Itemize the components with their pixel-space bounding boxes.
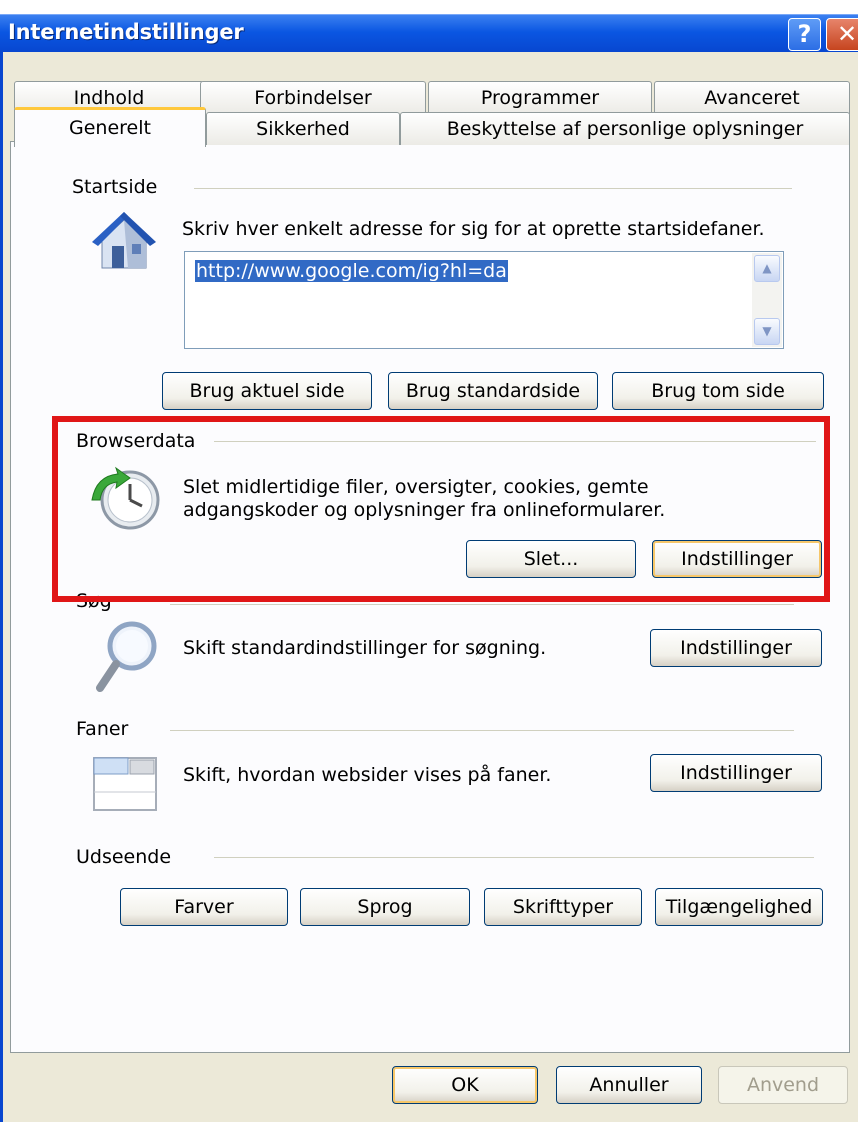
language-button[interactable]: Sprog [300, 888, 470, 926]
tab-sikkerhed[interactable]: Sikkerhed [206, 112, 400, 145]
accessibility-button[interactable]: Tilgængelighed [655, 888, 823, 926]
tab-forbindelser[interactable]: Forbindelser [200, 81, 426, 114]
sog-divider [170, 604, 794, 605]
window-title: Internetindstillinger [8, 20, 244, 44]
faner-divider [170, 730, 794, 731]
history-clock-icon [88, 466, 160, 532]
scroll-up-icon[interactable]: ▲ [754, 255, 780, 282]
use-blank-button[interactable]: Brug tom side [612, 372, 824, 410]
tabs-settings-button[interactable]: Indstillinger [650, 754, 822, 792]
magnifier-icon [94, 620, 160, 692]
startside-description: Skriv hver enkelt adresse for sig for at… [182, 218, 765, 240]
tab-programmer[interactable]: Programmer [428, 81, 652, 114]
address-scrollbar[interactable]: ▲ ▼ [752, 253, 782, 347]
tab-avanceret[interactable]: Avanceret [654, 81, 850, 114]
home-icon [88, 208, 158, 276]
startside-address-value: http://www.google.com/ig?hl=da [195, 260, 508, 282]
ok-button[interactable]: OK [392, 1066, 538, 1104]
use-default-button[interactable]: Brug standardside [388, 372, 598, 410]
browserdata-heading: Browserdata [76, 430, 196, 452]
startside-address-field[interactable]: http://www.google.com/ig?hl=da ▲ ▼ [184, 251, 784, 349]
apply-button[interactable]: Anvend [718, 1066, 848, 1104]
colors-button[interactable]: Farver [120, 888, 288, 926]
tab-beskyttelse[interactable]: Beskyttelse af personlige oplysninger [400, 112, 850, 145]
browserdata-divider [214, 441, 816, 442]
tab-generelt[interactable]: Generelt [14, 107, 206, 147]
browserdata-description-line1: Slet midlertidige filer, oversigter, coo… [183, 476, 649, 498]
fonts-button[interactable]: Skrifttyper [484, 888, 642, 926]
browserdata-settings-button[interactable]: Indstillinger [652, 540, 822, 578]
use-current-button[interactable]: Brug aktuel side [162, 372, 372, 410]
delete-button[interactable]: Slet... [466, 540, 636, 578]
help-button[interactable]: ? [788, 18, 821, 51]
scroll-down-icon[interactable]: ▼ [754, 318, 780, 345]
startside-divider [194, 188, 792, 189]
search-settings-button[interactable]: Indstillinger [650, 629, 822, 667]
udseende-heading: Udseende [76, 846, 172, 868]
sog-heading: Søg [76, 590, 112, 612]
startside-heading: Startside [72, 176, 158, 198]
faner-heading: Faner [76, 718, 129, 740]
close-button[interactable]: ✕ [826, 18, 858, 51]
udseende-divider [214, 857, 814, 858]
sog-description: Skift standardindstillinger for søgning. [183, 637, 547, 659]
title-bar: Internetindstillinger ? ✕ [0, 14, 858, 53]
cancel-button[interactable]: Annuller [556, 1066, 702, 1104]
faner-description: Skift, hvordan websider vises på faner. [183, 764, 552, 786]
browserdata-description-line2: adgangskoder og oplysninger fra onlinefo… [183, 499, 666, 521]
tabs-icon [92, 752, 158, 814]
